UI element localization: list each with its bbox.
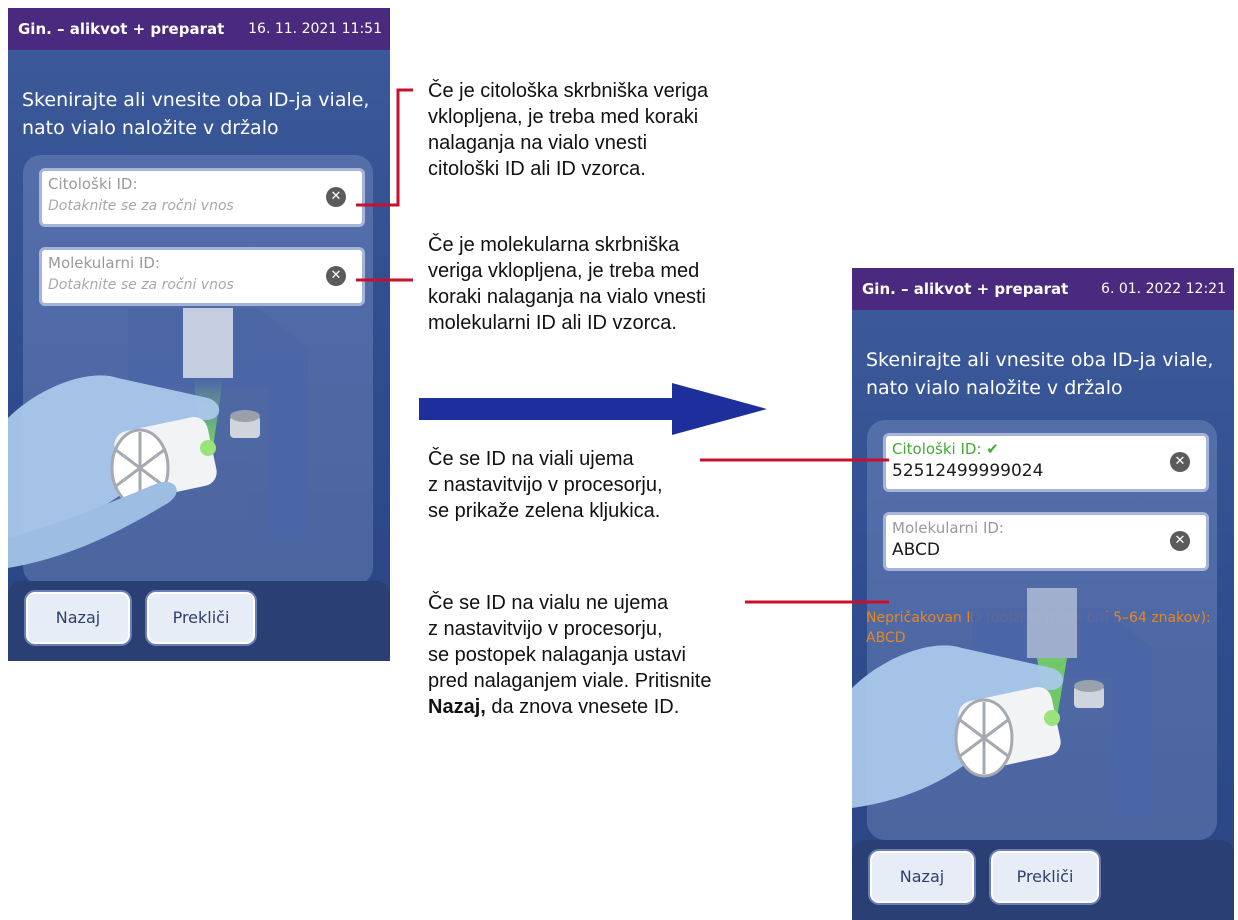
note-mismatch-bold: Nazaj,: [428, 696, 486, 718]
right-arrow-icon: [419, 383, 767, 435]
note-cyto-chain: Če je citološka skrbniška veriga vkloplj…: [428, 80, 709, 180]
note-match: Če se ID na viali ujema z nastavitvijo v…: [428, 448, 663, 522]
note-mismatch: Če se ID na vialu ne ujema z nastavitvij…: [428, 592, 712, 718]
note-mol-chain: Če je molekularna skrbniška veriga vklop…: [428, 234, 706, 334]
callout-line-cyto: [356, 88, 413, 207]
